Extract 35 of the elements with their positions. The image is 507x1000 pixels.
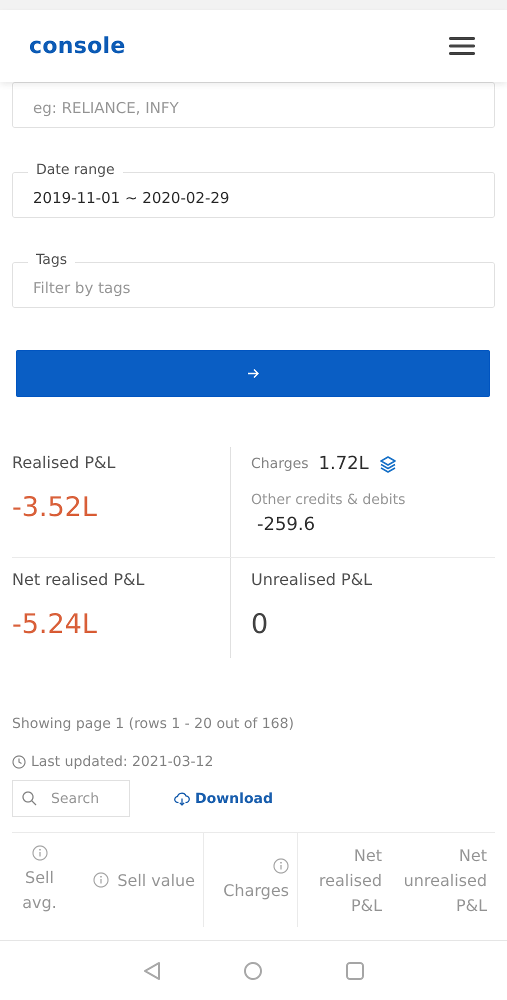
arrow-right-icon: [246, 368, 260, 379]
column-header: Sell avg.: [21, 867, 58, 914]
stat-value: -3.52L: [12, 492, 98, 523]
info-icon[interactable]: [93, 872, 110, 888]
layers-icon[interactable]: [378, 454, 397, 472]
stat-label: Charges: [251, 456, 309, 472]
download-link[interactable]: Download: [174, 790, 274, 806]
field-label: Date range: [28, 162, 123, 178]
search-icon: [22, 791, 37, 806]
stat-value: 0: [251, 609, 270, 640]
column-header: Sell value: [117, 870, 195, 892]
info-icon[interactable]: [273, 858, 289, 874]
recents-icon[interactable]: [344, 960, 364, 980]
stat-value: 1.72L: [318, 453, 369, 474]
clock-icon: [12, 755, 26, 769]
search-field[interactable]: Search: [12, 780, 130, 817]
stat-value: -5.24L: [12, 609, 98, 640]
field-label: Tags: [28, 252, 75, 268]
column-header: Net unrealised P&L: [402, 844, 487, 916]
stat-value: -259.6: [257, 514, 316, 535]
last-updated-text: Last updated: 2021-03-12: [31, 754, 214, 770]
column-header: Charges: [223, 880, 289, 902]
home-icon[interactable]: [242, 960, 262, 980]
stat-label: Realised P&L: [12, 453, 116, 472]
symbol-field[interactable]: eg: RELIANCE, INFY: [12, 82, 495, 128]
back-icon[interactable]: [142, 960, 160, 980]
column-header: Net realised P&L: [318, 844, 382, 916]
cloud-download-icon: [174, 792, 190, 806]
console-logo[interactable]: console: [29, 34, 126, 58]
stat-label: Other credits & debits: [251, 492, 406, 508]
menu-icon[interactable]: [449, 36, 475, 56]
info-icon[interactable]: [32, 845, 48, 861]
stat-label: Unrealised P&L: [251, 570, 374, 589]
pagination-text: Showing page 1 (rows 1 - 20 out of 168): [12, 716, 295, 732]
stat-label: Net realised P&L: [12, 570, 146, 589]
